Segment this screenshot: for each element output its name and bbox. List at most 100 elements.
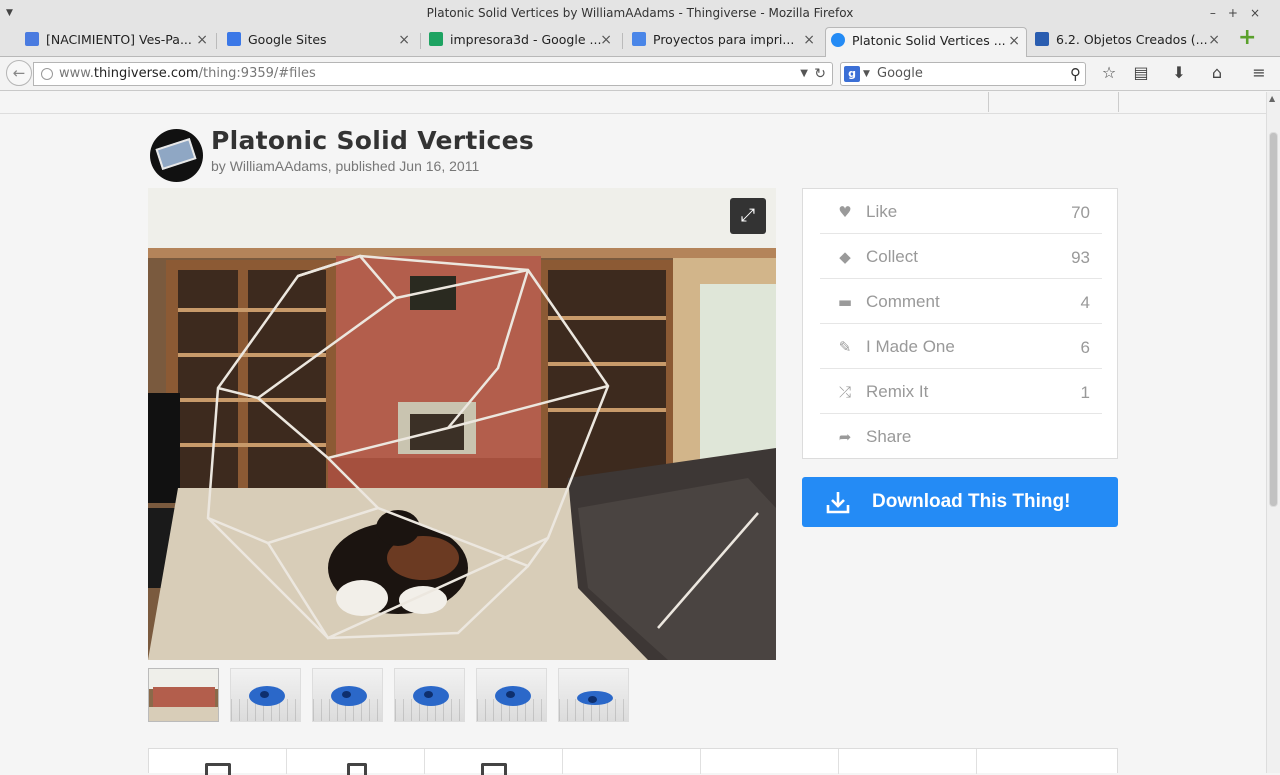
window-controls[interactable]: –+× [1210, 0, 1272, 27]
thingiverse-icon [831, 33, 845, 47]
tab-thing-apps[interactable] [425, 749, 563, 775]
tab-label: impresora3d - Google ... [450, 32, 602, 47]
url-domain: thingiverse.com [93, 66, 199, 81]
main-thing-image[interactable] [148, 188, 776, 660]
tab-thing-remixes[interactable] [839, 749, 977, 774]
heart-icon: ♥ [838, 203, 852, 221]
tab-thing-makes[interactable] [701, 749, 839, 774]
close-icon[interactable]: × [196, 27, 208, 53]
tab-impresora3d[interactable]: impresora3d - Google ... × [424, 27, 618, 57]
thumbnail-5[interactable] [476, 668, 547, 722]
url-dropdown-icon[interactable]: ▼ [800, 63, 808, 85]
made-icon: ✎ [838, 338, 852, 356]
google-drive-icon [429, 32, 443, 46]
google-sites-icon [227, 32, 241, 46]
reload-icon[interactable]: ↻ [814, 63, 826, 85]
comment-action[interactable]: ▬ Comment 4 [820, 279, 1102, 324]
close-icon[interactable]: × [1208, 27, 1220, 53]
thing-title: Platonic Solid Vertices [211, 126, 535, 155]
tab-google-sites[interactable]: Google Sites × [222, 27, 416, 57]
folder-icon [481, 763, 507, 775]
globe-icon [41, 68, 53, 80]
bookmark-star-icon[interactable]: ☆ [1098, 62, 1120, 84]
remix-icon: ⤮ [838, 383, 851, 401]
window-menu-icon[interactable]: ▼ [6, 0, 13, 27]
author-link[interactable]: WilliamAAdams [230, 158, 328, 174]
thumbnail-3[interactable] [312, 668, 383, 722]
action-count: 6 [1080, 338, 1090, 357]
tab-objetos-creados[interactable]: 6.2. Objetos Creados (... × [1030, 27, 1226, 57]
google-icon[interactable]: g [844, 66, 860, 82]
action-count: 93 [1071, 248, 1090, 267]
info-icon [205, 763, 231, 775]
search-placeholder: Google [877, 66, 923, 81]
thumbnail-4[interactable] [394, 668, 465, 722]
action-label: Collect [866, 247, 918, 266]
creator-avatar[interactable] [150, 129, 203, 182]
blogger-icon [25, 32, 39, 46]
search-icon[interactable]: ⚲ [1070, 63, 1081, 85]
page-scrollbar[interactable]: ▲ [1266, 92, 1280, 773]
download-icon [826, 492, 850, 514]
thumbnail-1[interactable] [148, 668, 219, 722]
close-icon[interactable]: × [803, 27, 815, 53]
share-action[interactable]: ➦ Share [820, 414, 1102, 459]
file-icon [347, 763, 367, 775]
action-label: I Made One [866, 337, 955, 356]
tab-thing-info[interactable] [149, 749, 287, 775]
thing-detail-tabs [148, 748, 1118, 775]
navigation-bar: ← www.thingiverse.com/thing:9359/#files … [0, 57, 1280, 91]
thumbnail-6[interactable] [558, 668, 629, 722]
tab-label: 6.2. Objetos Creados (... [1056, 32, 1208, 47]
action-label: Like [866, 202, 898, 221]
tab-label: Platonic Solid Vertices ... [852, 33, 1006, 48]
site-header-remnant [0, 92, 1266, 114]
close-icon[interactable]: × [1008, 28, 1020, 54]
tab-nacimiento[interactable]: [NACIMIENTO] Ves-Pa... × [20, 27, 214, 57]
publish-date: , published Jun 16, 2011 [327, 158, 480, 174]
by-prefix: by [211, 158, 226, 174]
thing-actions-panel: ♥ Like 70 ◆ Collect 93 ▬ Comment 4 ✎ I M… [802, 188, 1118, 459]
url-prefix: www. [59, 66, 94, 81]
tab-strip: [NACIMIENTO] Ves-Pa... × Google Sites × … [0, 27, 1280, 58]
menu-icon[interactable]: ≡ [1248, 62, 1270, 84]
tab-label: [NACIMIENTO] Ves-Pa... [46, 32, 192, 47]
tab-thing-files[interactable] [287, 749, 425, 775]
scroll-up-icon[interactable]: ▲ [1269, 94, 1275, 103]
action-label: Comment [866, 292, 940, 311]
window-titlebar: ▼ Platonic Solid Vertices by WilliamAAda… [0, 0, 1280, 27]
expand-image-button[interactable]: ⤢ [730, 198, 766, 234]
window-title: Platonic Solid Vertices by WilliamAAdams… [426, 6, 854, 20]
thumbnail-2[interactable] [230, 668, 301, 722]
tab-thing-comments[interactable] [563, 749, 701, 774]
made-one-action[interactable]: ✎ I Made One 6 [820, 324, 1102, 369]
action-count: 4 [1080, 293, 1090, 312]
scrollbar-thumb[interactable] [1269, 132, 1278, 507]
collect-icon: ◆ [839, 248, 851, 266]
comment-icon: ▬ [837, 293, 853, 311]
like-action[interactable]: ♥ Like 70 [820, 189, 1102, 234]
close-icon[interactable]: × [600, 27, 612, 53]
tab-label: Google Sites [248, 32, 327, 47]
zotero-icon [1035, 32, 1049, 46]
action-count: 70 [1071, 203, 1090, 222]
downloads-icon[interactable]: ⬇ [1168, 62, 1190, 84]
tab-proyectos[interactable]: Proyectos para impri... × [627, 27, 821, 57]
reading-list-icon[interactable]: ▤ [1130, 62, 1152, 84]
close-icon[interactable]: × [398, 27, 410, 53]
search-engine-dropdown-icon[interactable]: ▼ [863, 63, 870, 85]
back-button[interactable]: ← [6, 60, 32, 86]
new-tab-icon[interactable]: + [1238, 27, 1256, 49]
remix-action[interactable]: ⤮ Remix It 1 [820, 369, 1102, 414]
url-bar[interactable]: www.thingiverse.com/thing:9359/#files ▼ … [33, 62, 833, 86]
tab-thing-collections[interactable] [977, 749, 1115, 774]
tab-platonic-solid[interactable]: Platonic Solid Vertices ... × [825, 27, 1027, 58]
share-icon: ➦ [838, 428, 852, 446]
search-bar[interactable]: g ▼ Google ⚲ [840, 62, 1086, 86]
download-thing-button[interactable]: Download This Thing! [802, 477, 1118, 527]
collect-action[interactable]: ◆ Collect 93 [820, 234, 1102, 279]
url-path: /thing:9359/#files [198, 66, 316, 81]
tab-label: Proyectos para impri... [653, 32, 795, 47]
thing-byline: by WilliamAAdams, published Jun 16, 2011 [211, 158, 479, 174]
home-icon[interactable]: ⌂ [1206, 62, 1228, 84]
